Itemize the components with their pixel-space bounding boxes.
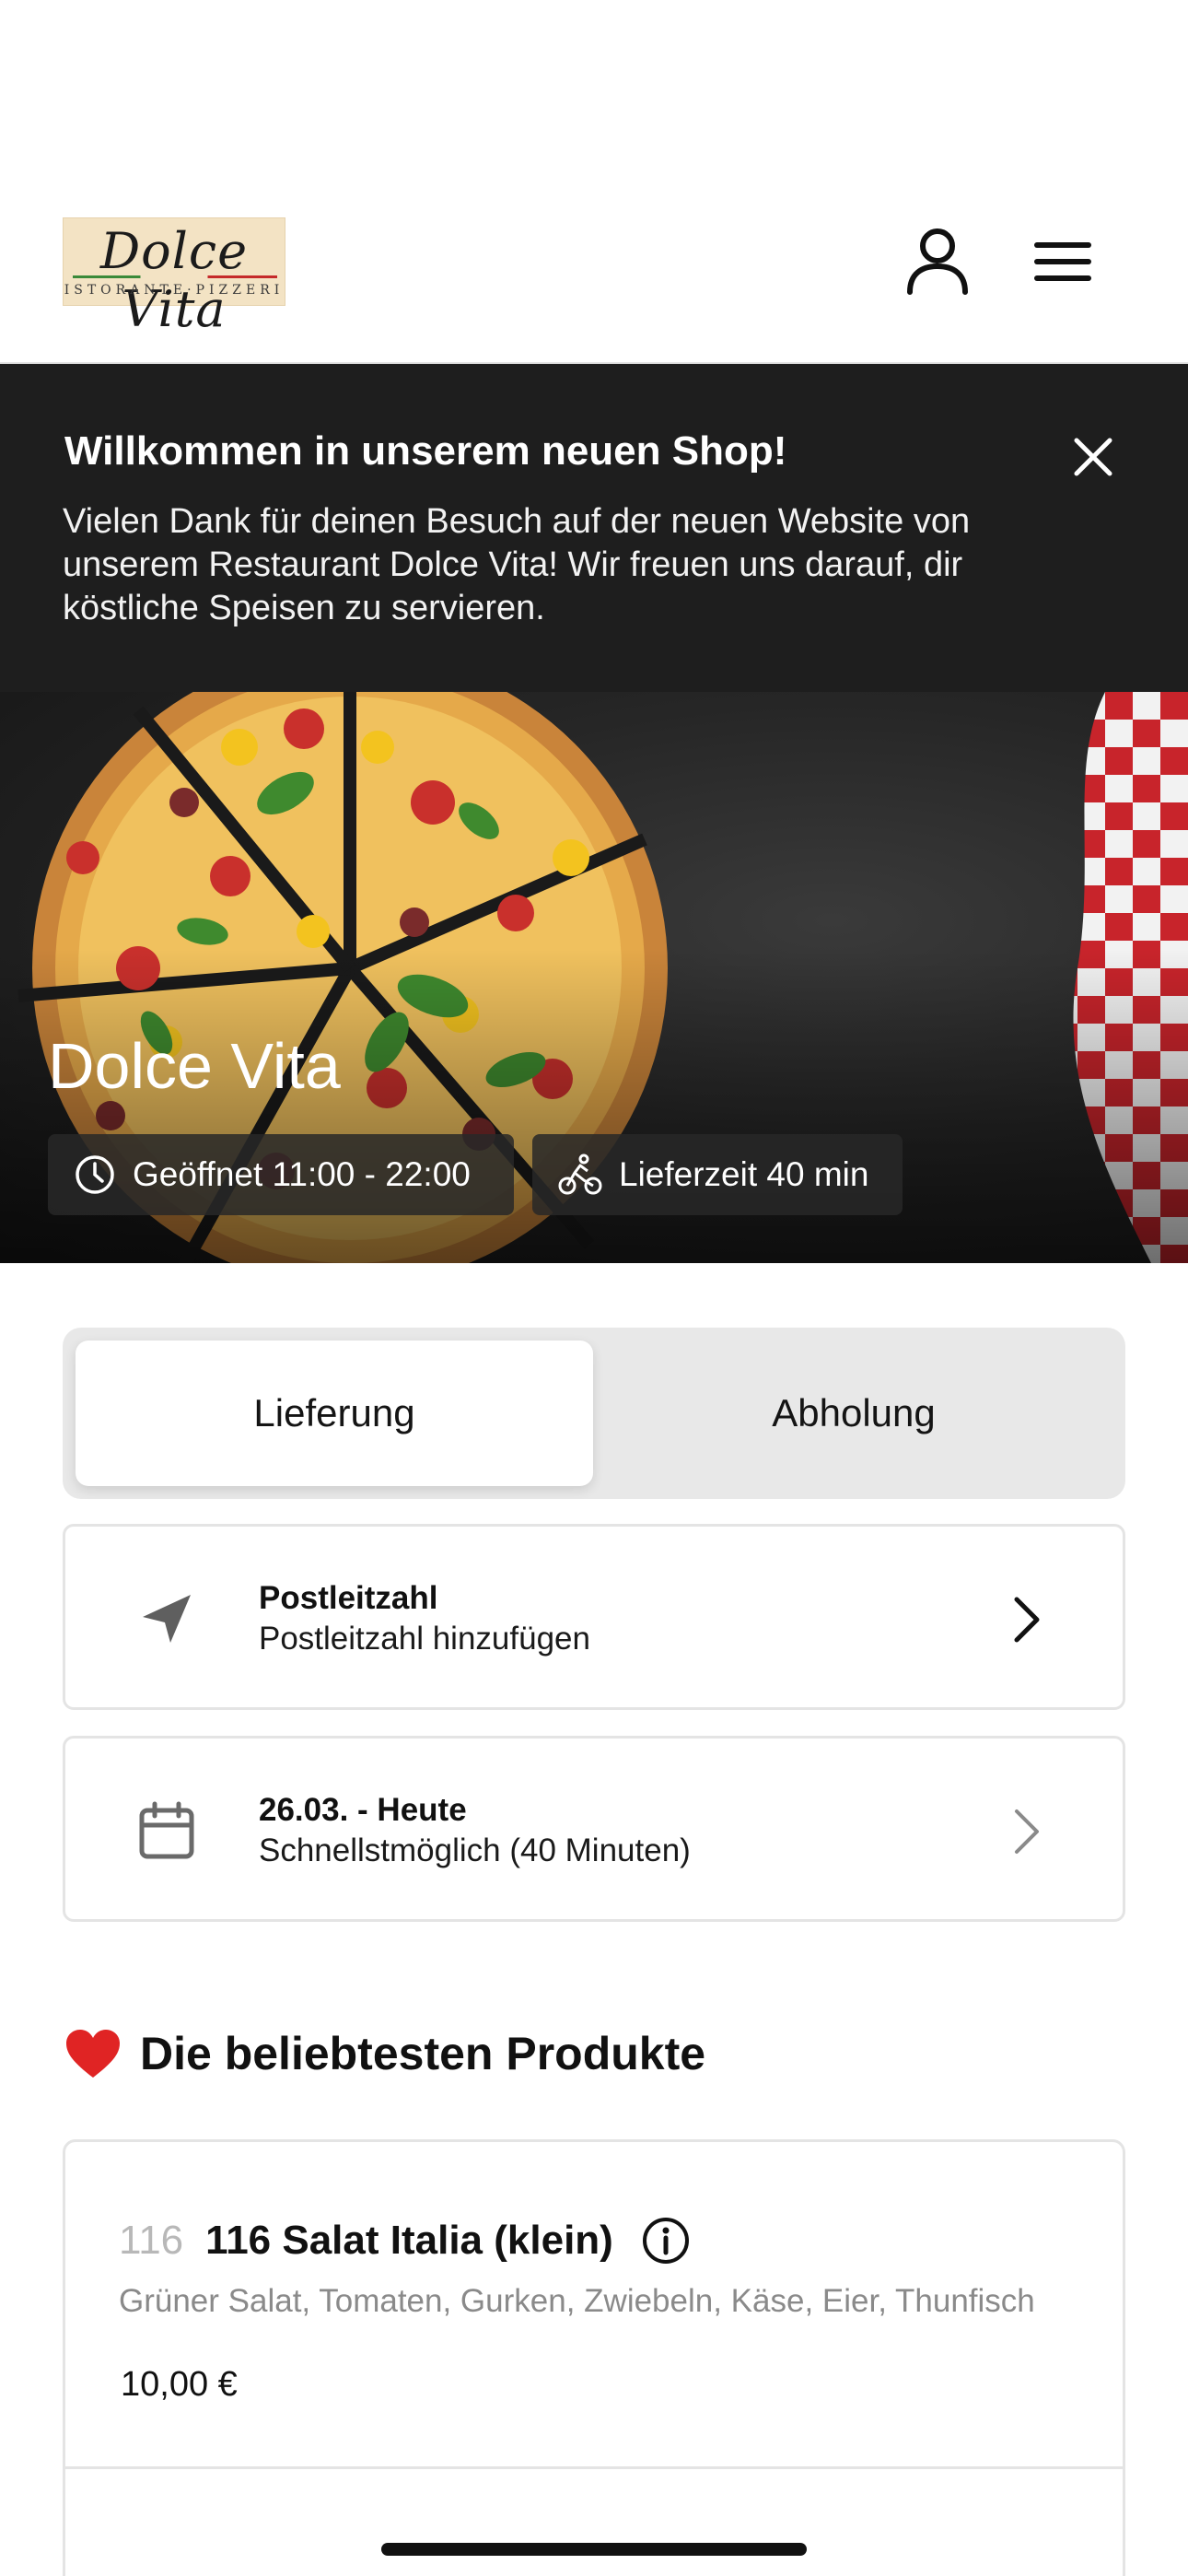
order-mode-toggle: Lieferung Abholung xyxy=(63,1328,1125,1499)
delivery-date-subtitle: Schnellstmöglich (40 Minuten) xyxy=(259,1832,691,1868)
logo-text: Dolce Vita xyxy=(99,222,249,338)
location-arrow-icon xyxy=(132,1584,202,1654)
restaurant-name: Dolce Vita xyxy=(48,1030,341,1102)
popular-products-heading: Die beliebtesten Produkte xyxy=(64,2027,705,2080)
postal-code-subtitle: Postleitzahl hinzufügen xyxy=(259,1621,590,1657)
banner-close-button[interactable] xyxy=(1063,427,1124,487)
postal-code-card[interactable]: Postleitzahl Postleitzahl hinzufügen xyxy=(63,1524,1125,1710)
app-header: Dolce Vita ISTORANTE·PIZZERI xyxy=(0,0,1188,364)
delivery-time-chip: Lieferzeit 40 min xyxy=(532,1134,903,1215)
product-name: 116 Salat Italia (klein) xyxy=(205,2218,613,2263)
opening-hours-text: Geöffnet 11:00 - 22:00 xyxy=(133,1155,471,1193)
tab-lieferung[interactable]: Lieferung xyxy=(76,1341,593,1486)
heart-icon xyxy=(66,2030,120,2078)
product-header: 116 116 Salat Italia (klein) xyxy=(119,2216,691,2266)
welcome-banner: Willkommen in unserem neuen Shop! Vielen… xyxy=(0,364,1188,692)
calendar-icon xyxy=(132,1796,202,1866)
banner-text: Vielen Dank für deinen Besuch auf der ne… xyxy=(63,502,971,627)
postal-code-title: Postleitzahl xyxy=(259,1580,438,1616)
product-number: 116 xyxy=(119,2218,184,2263)
info-icon[interactable] xyxy=(641,2216,691,2266)
hero-section: Dolce Vita Geöffnet 11:00 - 22:00 Liefer… xyxy=(0,692,1188,1263)
account-button[interactable] xyxy=(897,221,978,302)
hamburger-menu-icon xyxy=(1034,242,1091,281)
tab-abholung[interactable]: Abholung xyxy=(595,1341,1112,1486)
opening-hours-chip: Geöffnet 11:00 - 22:00 xyxy=(48,1134,514,1215)
product-card[interactable]: 116 116 Salat Italia (klein) Grüner Sala… xyxy=(63,2139,1125,2576)
clock-icon xyxy=(76,1155,114,1194)
delivery-time-card[interactable]: 26.03. - Heute Schnellstmöglich (40 Minu… xyxy=(63,1736,1125,1922)
product-price: 10,00 € xyxy=(121,2365,238,2404)
popular-products-title: Die beliebtesten Produkte xyxy=(140,2028,706,2079)
bicycle-courier-icon xyxy=(558,1153,602,1195)
delivery-date-title: 26.03. - Heute xyxy=(259,1792,467,1828)
delivery-time-text: Lieferzeit 40 min xyxy=(619,1155,869,1193)
divider xyxy=(65,2466,1123,2469)
menu-button[interactable] xyxy=(1022,221,1103,302)
user-icon xyxy=(907,228,968,295)
banner-title: Willkommen in unserem neuen Shop! xyxy=(64,428,787,474)
logo-flag-stripe xyxy=(73,275,277,278)
close-icon xyxy=(1074,438,1112,476)
restaurant-logo[interactable]: Dolce Vita ISTORANTE·PIZZERI xyxy=(63,217,285,338)
home-indicator xyxy=(381,2543,807,2556)
chevron-right-icon xyxy=(996,1799,1060,1864)
product-description: Grüner Salat, Tomaten, Gurken, Zwiebeln,… xyxy=(119,2283,1035,2319)
logo-subtext: ISTORANTE·PIZZERI xyxy=(64,283,285,298)
chevron-right-icon xyxy=(996,1587,1060,1652)
